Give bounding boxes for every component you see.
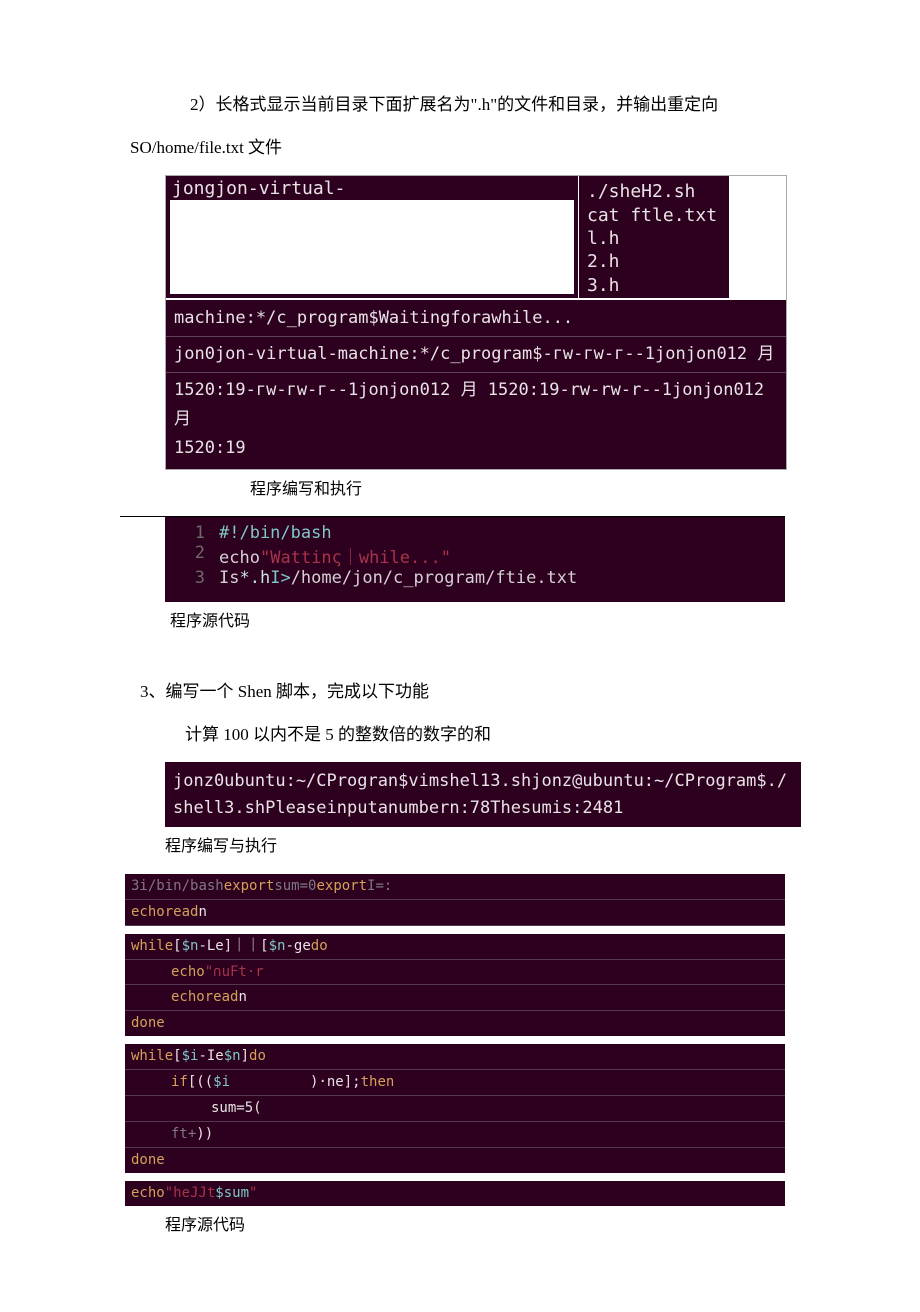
tok: [(( [188, 1074, 213, 1090]
code-shebang: #!/bin/bash [219, 523, 332, 543]
term-line: ./sheH2.sh [587, 180, 721, 203]
script-line: sum=5( [125, 1096, 785, 1122]
code-editor-1: 1 #!/bin/bash 2 echo"Wattinς｜while..." 3… [165, 517, 785, 602]
term-line: l.h [587, 227, 721, 250]
caption-src-1: 程序源代码 [40, 608, 880, 637]
code-cmd: Is [219, 568, 239, 588]
script-line: echo"∩uFt·r [125, 960, 785, 986]
term-line: 2.h [587, 250, 721, 273]
tok: echo [171, 989, 205, 1005]
line-number: 3 [165, 568, 219, 588]
caption-src-2: 程序源代码 [40, 1212, 880, 1241]
script-line: if[(($i )·ne];then [125, 1070, 785, 1096]
tok: $i [213, 1074, 230, 1090]
tok: do [311, 938, 328, 954]
tok: "heJJt [165, 1185, 216, 1201]
code-op: I> [270, 568, 290, 588]
script-line: done [125, 1011, 785, 1036]
question-2-sub: SO/home/file.txt 文件 [40, 133, 880, 164]
tok: [ [173, 938, 181, 954]
tok: export [316, 878, 367, 894]
term-line: shell3.shPleaseinputanumbern:78Thesumis:… [173, 795, 793, 821]
tok: n [198, 904, 206, 920]
term-line: cat ftle.txt [587, 204, 721, 227]
script-line: while[$i-Ie$n]do [125, 1044, 785, 1070]
tok: n [238, 989, 246, 1005]
tok: read [205, 989, 239, 1005]
tok: $n [224, 1048, 241, 1064]
tok: ]｜｜[ [224, 938, 269, 954]
script-line: echoreadn [125, 900, 785, 926]
tok: $sum [215, 1185, 249, 1201]
script-line: while[$n-Le]｜｜[$n-gedo [125, 934, 785, 960]
tok: do [249, 1048, 266, 1064]
terminal-output-2: jonz0ubuntu:~/CProgran$vimshel13.shjonz@… [165, 762, 801, 827]
tok: echo [171, 964, 205, 980]
tok: I=: [367, 878, 392, 894]
code-glob: *.h [239, 568, 270, 588]
tok: sum=5( [211, 1100, 262, 1116]
code-string: Wattinς｜while... [270, 548, 441, 568]
tok: echo [131, 904, 165, 920]
term-line: jonz0ubuntu:~/CProgran$vimshel13.shjonz@… [173, 768, 793, 794]
term-line: 3.h [587, 274, 721, 297]
script-line: echo"heJJt$sum" [125, 1181, 785, 1206]
tok: ] [241, 1048, 249, 1064]
question-2-title: 2）长格式显示当前目录下面扩展名为".h"的文件和目录，并输出重定向 [40, 90, 880, 121]
question-3-title: 3、编写一个 Shen 脚本，完成以下功能 [40, 677, 880, 708]
caption-exec-1: 程序编写和执行 [120, 476, 785, 505]
term-line: 1520:19 [174, 434, 778, 463]
term-line: jon0jon-virtual-machine:*/c_program$-гw-… [174, 340, 778, 369]
tok: echo [131, 1185, 165, 1201]
tok: -ge [285, 938, 310, 954]
tok: -Le [198, 938, 223, 954]
tok: )) [196, 1126, 213, 1142]
tok: while [131, 1048, 173, 1064]
tok: then [361, 1074, 395, 1090]
tok: bash [190, 878, 224, 894]
tok: " [249, 1185, 257, 1201]
tok: done [131, 1015, 165, 1031]
tok: "∩uFt·r [205, 964, 264, 980]
script-line: done [125, 1148, 785, 1173]
tok: -Ie [198, 1048, 223, 1064]
tok: sum=0 [274, 878, 316, 894]
script-source: 3i/bin/bashexportsum=0exportI=: echoread… [125, 874, 785, 1206]
script-line: ft+)) [125, 1122, 785, 1148]
tok: export [224, 878, 275, 894]
term-line: 1520:19-гw-гw-г--1jonjon012 月 1520:19-rw… [174, 376, 778, 434]
tok: [ [173, 1048, 181, 1064]
tok: $i [182, 1048, 199, 1064]
terminal-bottom: machine:*/c_program$Waitingforawhile... … [166, 298, 786, 468]
tok: $n [182, 938, 199, 954]
terminal-top-right: ./sheH2.sh cat ftle.txt l.h 2.h 3.h [579, 176, 730, 298]
code-path: /home/jon/c_program/ftie.txt [291, 568, 578, 588]
script-line: echoreadn [125, 985, 785, 1011]
blank-area [170, 200, 574, 294]
tok: )·ne]; [310, 1074, 361, 1090]
code-cmd: echo [219, 548, 260, 568]
terminal-prompt-left: jongjon-virtual- [172, 178, 345, 199]
terminal-top-left: jongjon-virtual- [166, 176, 579, 298]
caption-exec-2: 程序编写与执行 [40, 833, 880, 862]
tok: while [131, 938, 173, 954]
code-quote: " [441, 548, 451, 568]
question-3-sub: 计算 100 以内不是 5 的整数倍的数字的和 [40, 720, 880, 751]
tok: read [165, 904, 199, 920]
term-line: machine:*/c_program$Waitingforawhile... [174, 304, 778, 333]
line-number: 2 [165, 543, 219, 568]
tok: ft+ [171, 1126, 196, 1142]
blank-col [730, 176, 786, 298]
tok: bin/ [156, 878, 190, 894]
script-line: 3i/bin/bashexportsum=0exportI=: [125, 874, 785, 900]
terminal-output-1: jongjon-virtual- ./sheH2.sh cat ftle.txt… [165, 175, 787, 469]
tok: if [171, 1074, 188, 1090]
tok: 3i/ [131, 878, 156, 894]
line-number: 1 [165, 523, 219, 543]
tok: $n [269, 938, 286, 954]
code-quote: " [260, 548, 270, 568]
tok: done [131, 1152, 165, 1168]
